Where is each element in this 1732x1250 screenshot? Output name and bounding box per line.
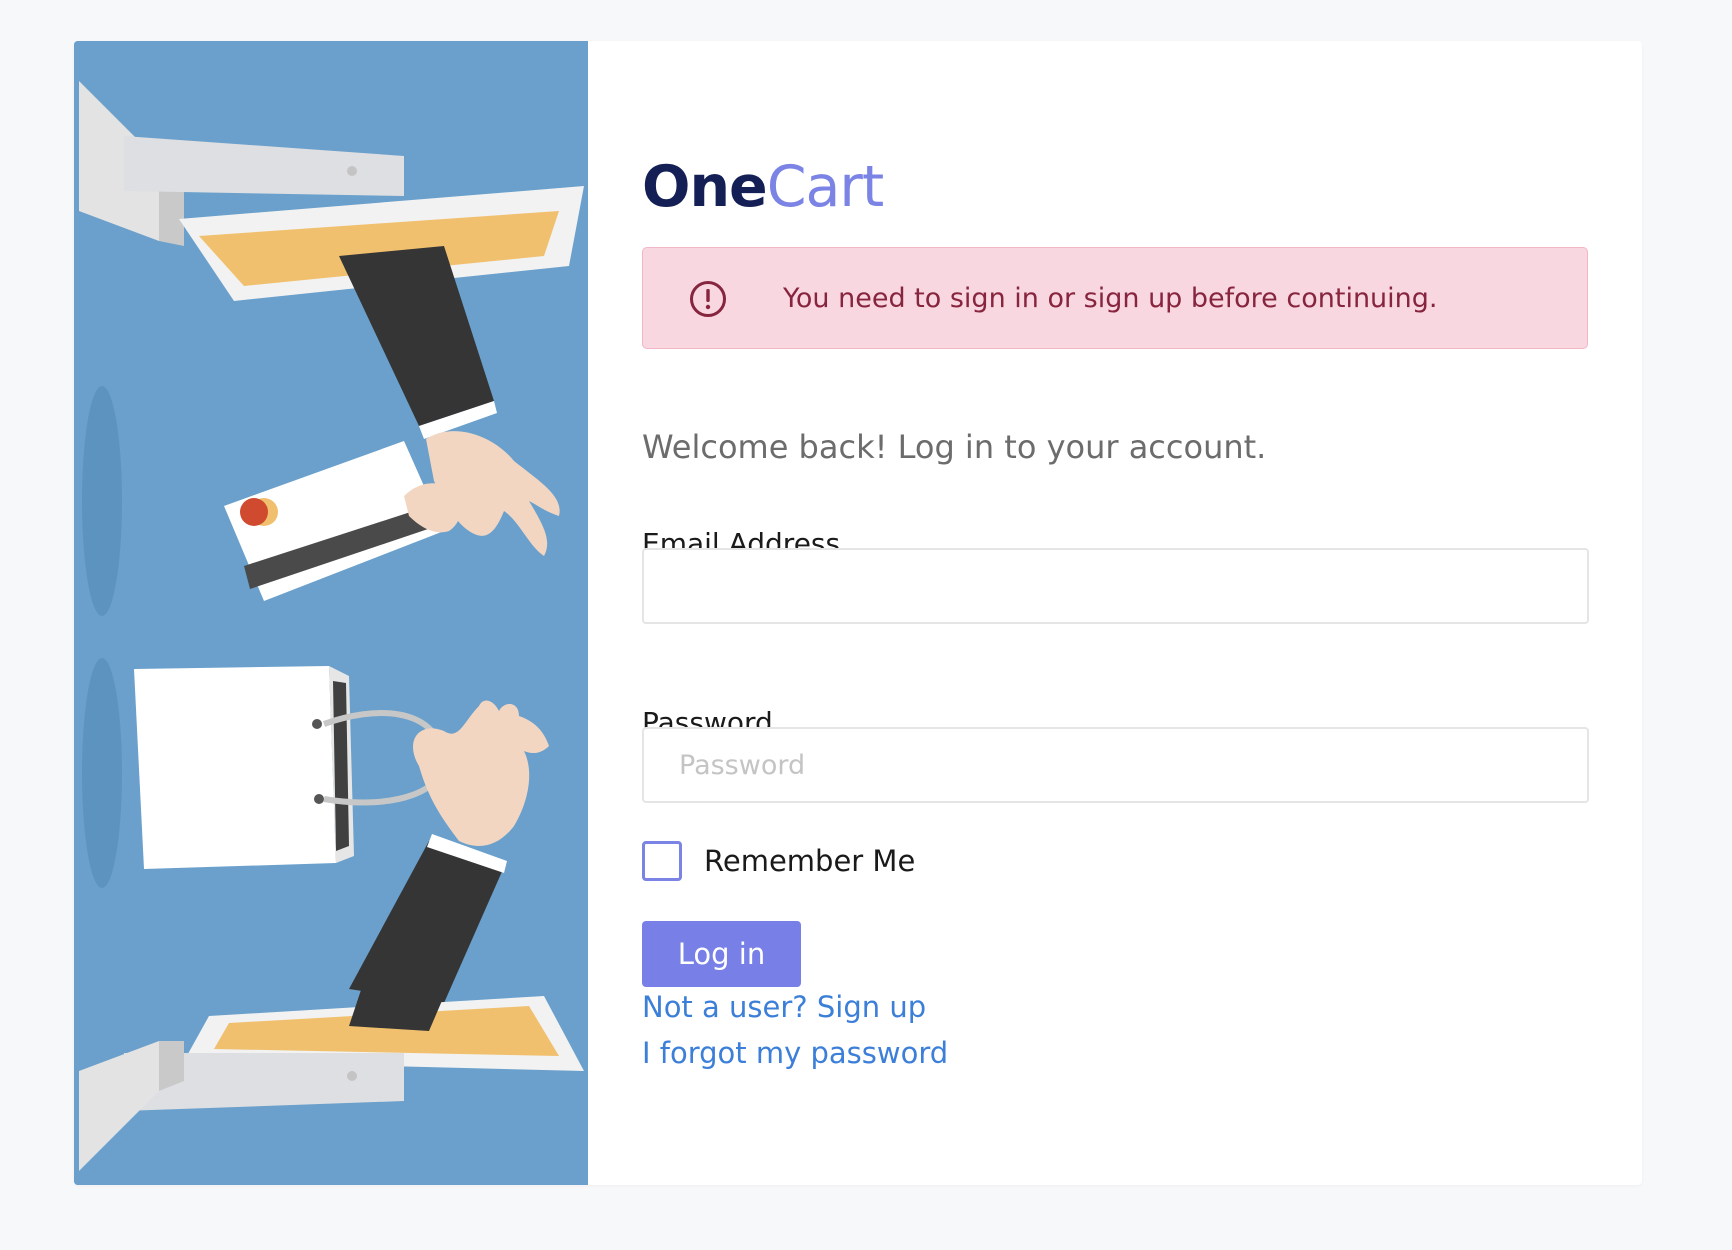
exclamation-circle-icon (689, 280, 727, 318)
hero-illustration (74, 41, 588, 1185)
forgot-password-link[interactable]: I forgot my password (642, 1036, 948, 1070)
brand-logo: OneCart (642, 159, 884, 216)
remember-me-label[interactable]: Remember Me (704, 844, 915, 878)
online-shopping-illustration (74, 41, 588, 1185)
email-field[interactable] (642, 548, 1589, 624)
brand-logo-secondary: Cart (766, 154, 885, 220)
alert-banner: You need to sign in or sign up before co… (642, 247, 1588, 349)
remember-me-checkbox[interactable] (642, 841, 682, 881)
welcome-text: Welcome back! Log in to your account. (642, 428, 1267, 466)
signup-link[interactable]: Not a user? Sign up (642, 990, 926, 1024)
login-button[interactable]: Log in (642, 921, 801, 987)
password-field[interactable] (642, 727, 1589, 803)
brand-logo-primary: One (642, 154, 768, 220)
alert-message: You need to sign in or sign up before co… (783, 283, 1438, 314)
login-card: OneCart You need to sign in or sign up b… (74, 41, 1642, 1185)
